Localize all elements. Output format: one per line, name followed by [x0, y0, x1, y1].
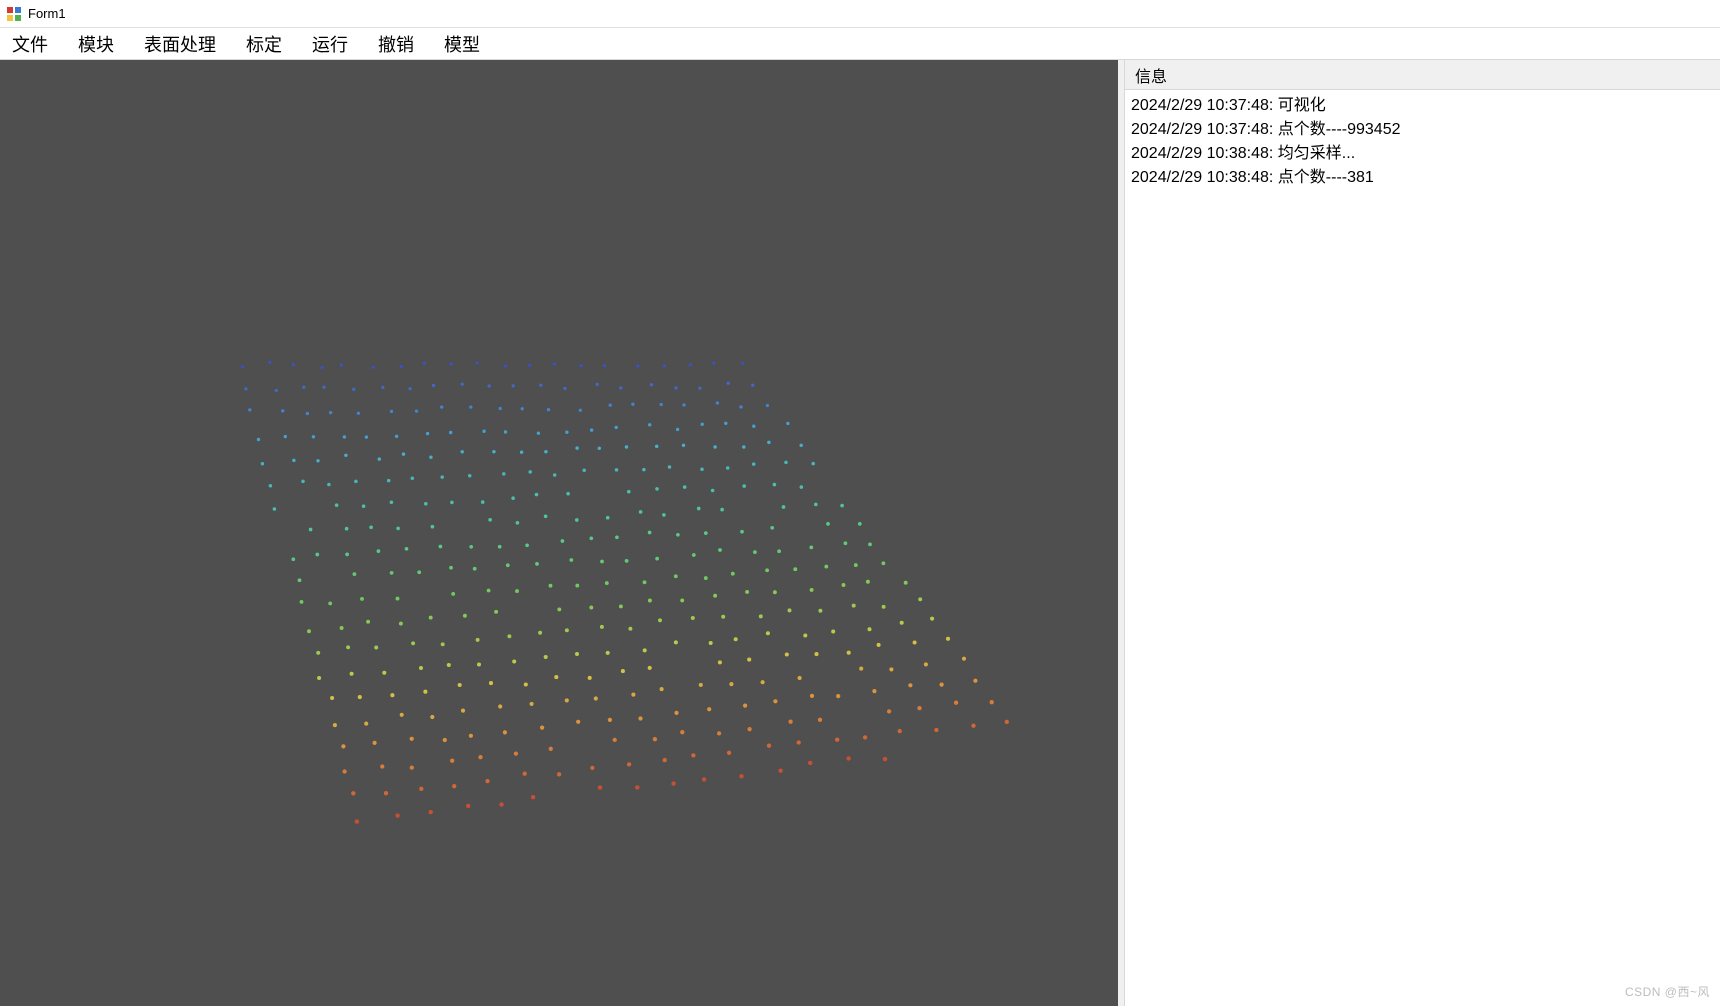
- menu-surface[interactable]: 表面处理: [142, 27, 218, 61]
- menu-file[interactable]: 文件: [10, 27, 50, 61]
- menu-run[interactable]: 运行: [310, 27, 350, 61]
- titlebar: Form1: [0, 0, 1720, 28]
- log-list: 2024/2/29 10:37:48: 可视化 2024/2/29 10:37:…: [1125, 90, 1720, 1006]
- log-line: 2024/2/29 10:38:48: 点个数----381: [1131, 166, 1714, 190]
- menu-model[interactable]: 模型: [442, 27, 482, 61]
- menu-module[interactable]: 模块: [76, 27, 116, 61]
- menubar: 文件 模块 表面处理 标定 运行 撤销 模型: [0, 28, 1720, 60]
- log-line: 2024/2/29 10:37:48: 点个数----993452: [1131, 118, 1714, 142]
- app-icon: [6, 6, 22, 22]
- pointcloud-canvas: [0, 60, 1118, 1006]
- log-line: 2024/2/29 10:38:48: 均匀采样...: [1131, 142, 1714, 166]
- info-panel: 信息 2024/2/29 10:37:48: 可视化 2024/2/29 10:…: [1124, 60, 1720, 1006]
- info-panel-header: 信息: [1125, 60, 1720, 90]
- menu-calib[interactable]: 标定: [244, 27, 284, 61]
- menu-undo[interactable]: 撤销: [376, 27, 416, 61]
- log-line: 2024/2/29 10:37:48: 可视化: [1131, 94, 1714, 118]
- workspace: 信息 2024/2/29 10:37:48: 可视化 2024/2/29 10:…: [0, 60, 1720, 1006]
- viewport-3d[interactable]: [0, 60, 1118, 1006]
- window-title: Form1: [28, 6, 66, 21]
